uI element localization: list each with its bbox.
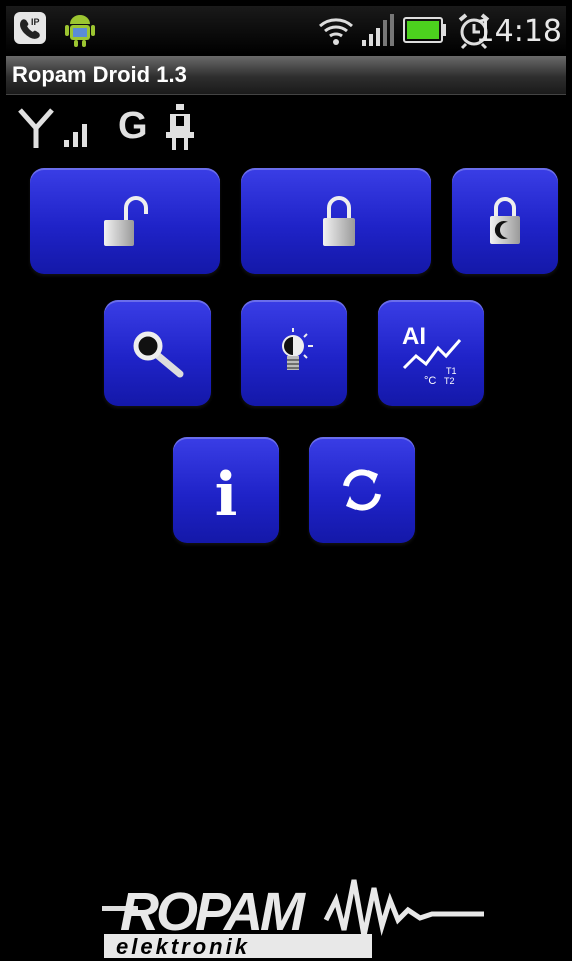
wifi-icon <box>319 18 353 45</box>
locked-padlock-icon <box>323 196 355 246</box>
antenna-icon <box>18 108 54 148</box>
unlocked-padlock-icon <box>104 196 148 246</box>
night-arm-button[interactable] <box>452 168 558 274</box>
info-button[interactable]: i <box>173 437 279 543</box>
ai-chart-icon: AI °C T1 T2 <box>402 323 462 387</box>
info-icon: i <box>215 460 238 523</box>
clock-time: 14:18 <box>475 14 562 49</box>
signal-bars-icon <box>64 124 87 147</box>
magnifier-icon <box>133 331 184 378</box>
refresh-button[interactable] <box>309 437 415 543</box>
refresh-icon <box>343 469 381 511</box>
t2-label: T2 <box>444 376 455 386</box>
info-label: i <box>215 460 238 523</box>
light-bulb-icon <box>282 328 313 370</box>
status-bar: IP 14:18 <box>6 6 566 54</box>
arm-button[interactable] <box>241 168 431 274</box>
plug-icon <box>166 104 194 150</box>
padlock-moon-icon <box>490 197 520 244</box>
android-icon <box>65 15 95 47</box>
outputs-button[interactable] <box>241 300 347 406</box>
ip-phone-icon: IP <box>14 12 46 44</box>
app-title: Ropam Droid 1.3 <box>12 62 187 87</box>
battery-icon <box>403 17 446 43</box>
ai-label: AI <box>402 323 426 350</box>
disarm-button[interactable] <box>30 168 220 274</box>
t1-label: T1 <box>446 366 457 376</box>
svg-text:ROPAM: ROPAM <box>120 882 306 942</box>
analog-inputs-button[interactable]: AI °C T1 T2 <box>378 300 484 406</box>
svg-text:elektronik: elektronik <box>116 934 250 958</box>
network-type-label: G <box>118 105 148 147</box>
cell-signal-icon <box>362 14 394 46</box>
celsius-label: °C <box>424 375 436 387</box>
title-bar: Ropam Droid 1.3 <box>6 56 566 95</box>
ropam-logo: ROPAM elektronik <box>102 879 484 958</box>
search-button[interactable] <box>104 300 211 406</box>
svg-text:IP: IP <box>31 17 40 27</box>
